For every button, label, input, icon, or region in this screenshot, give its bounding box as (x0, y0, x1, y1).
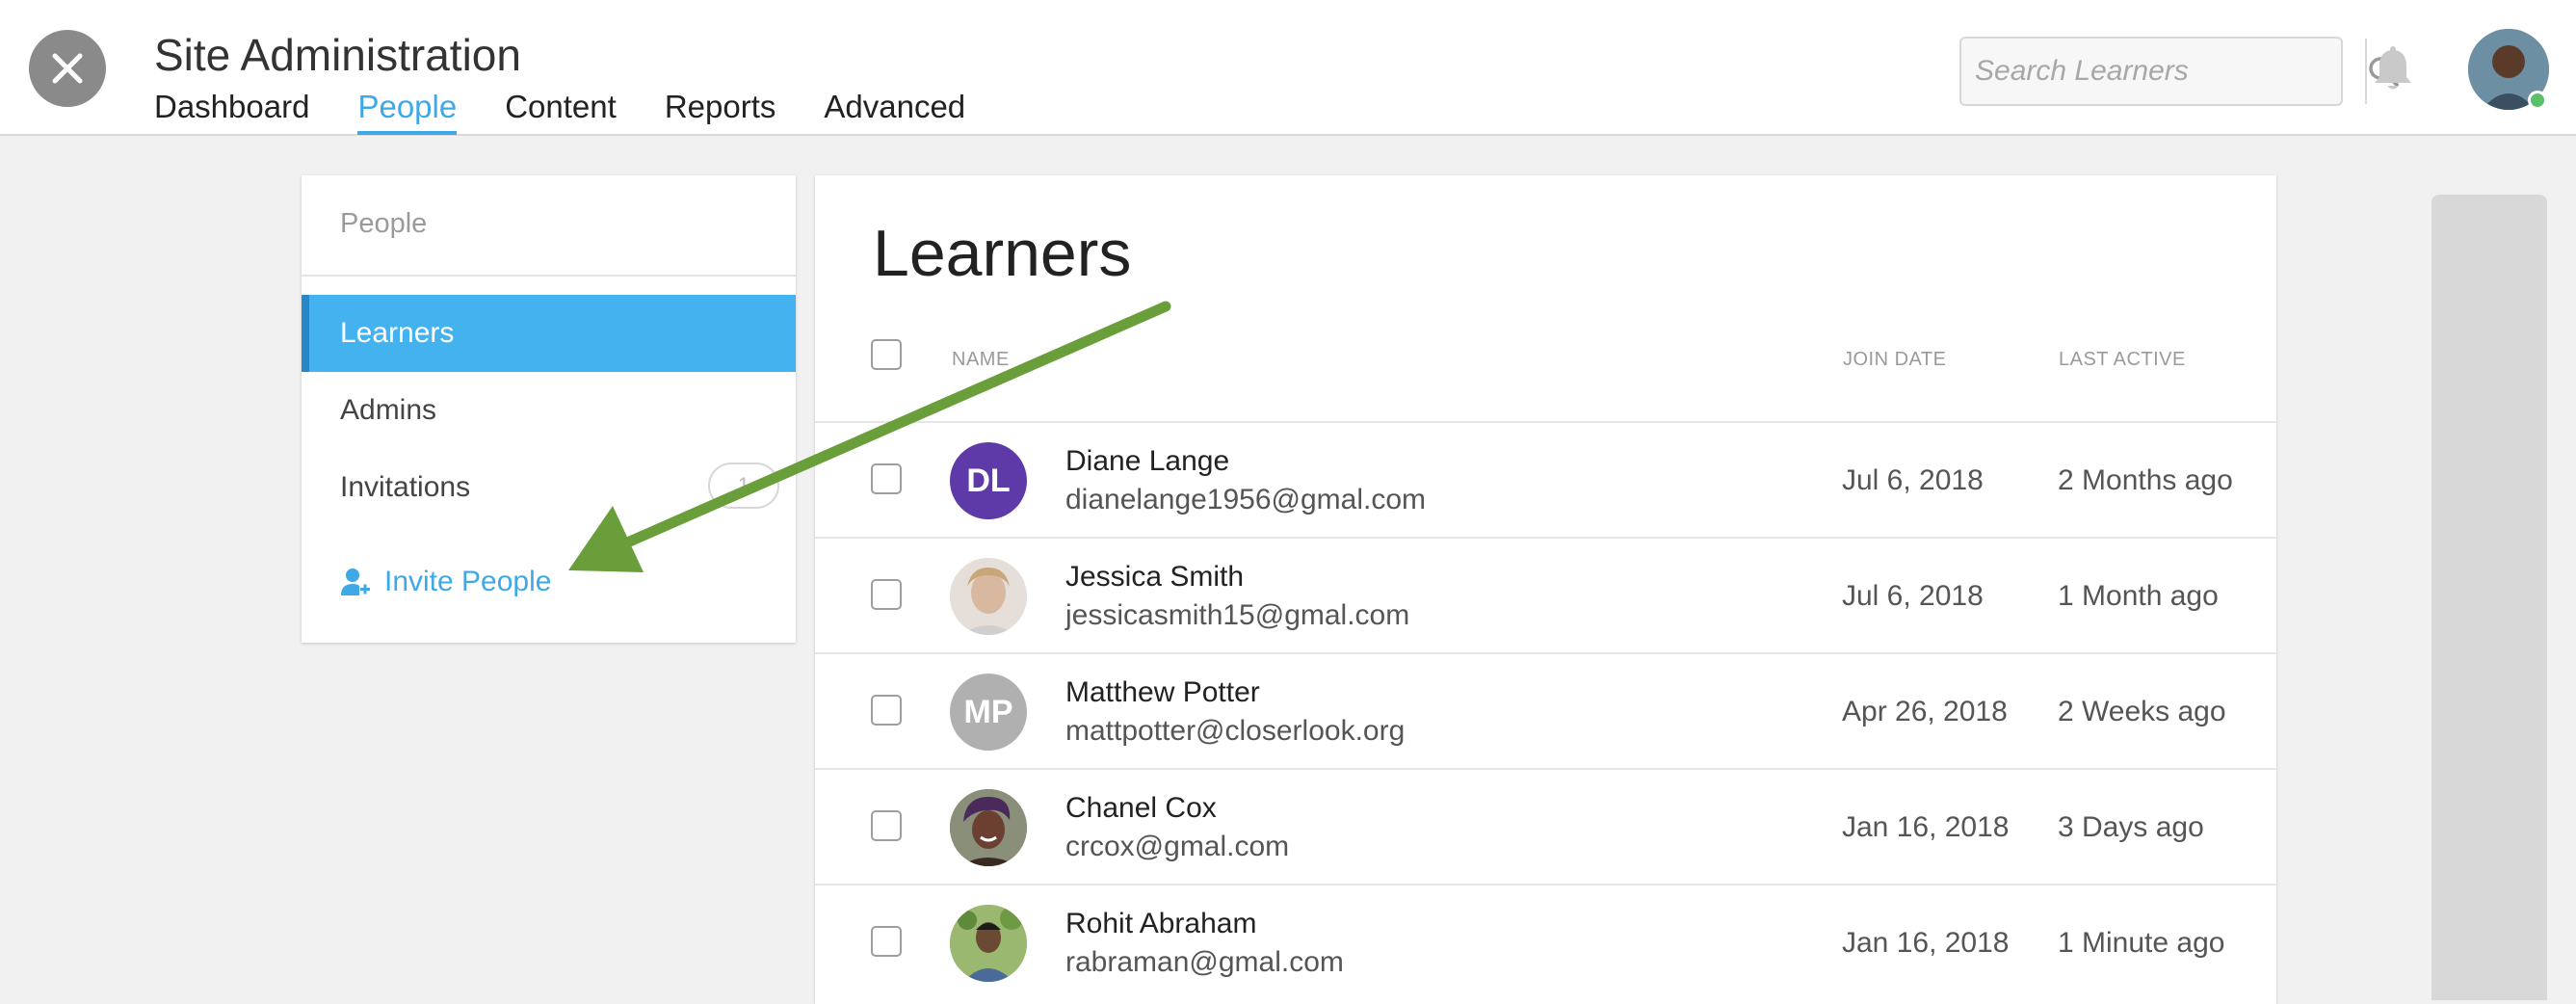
nav-advanced[interactable]: Advanced (824, 89, 965, 135)
last-active: 1 Minute ago (2058, 927, 2225, 959)
learner-email: dianelange1956@gmal.com (1065, 484, 1427, 515)
learner-email: crcox@gmal.com (1065, 831, 1290, 862)
avatar-photo (950, 789, 1027, 866)
online-status-dot (2528, 91, 2547, 110)
column-header-last-active[interactable]: LAST ACTIVE (2059, 349, 2186, 371)
row-checkbox[interactable] (871, 926, 902, 957)
learner-name[interactable]: Jessica Smith (1065, 561, 1244, 594)
right-side-panel (2431, 195, 2547, 1000)
join-date: Jul 6, 2018 (1842, 464, 1984, 496)
avatar-photo (950, 558, 1027, 635)
row-checkbox[interactable] (871, 695, 902, 726)
learners-panel: Learners NAME JOIN DATE LAST ACTIVE DL D… (815, 175, 2276, 1004)
avatar (950, 905, 1027, 982)
main-nav: Dashboard People Content Reports Advance… (154, 89, 1013, 135)
search-box (1959, 37, 2400, 106)
join-date: Jan 16, 2018 (1842, 927, 2010, 959)
last-active: 2 Weeks ago (2058, 696, 2226, 727)
select-all-checkbox[interactable] (871, 339, 902, 370)
nav-reports[interactable]: Reports (665, 89, 776, 135)
last-active: 2 Months ago (2058, 464, 2233, 496)
page-title: Learners (873, 217, 1132, 290)
table-row[interactable]: Jessica Smith jessicasmith15@gmal.com Ju… (815, 537, 2276, 654)
row-checkbox[interactable] (871, 463, 902, 494)
invite-people-label: Invite People (384, 566, 552, 597)
column-header-name[interactable]: NAME (952, 349, 1010, 371)
table-row[interactable]: MP Matthew Potter mattpotter@closerlook.… (815, 652, 2276, 770)
avatar-photo (950, 905, 1027, 982)
close-button[interactable] (29, 30, 106, 107)
avatar: DL (950, 442, 1027, 519)
close-icon (52, 53, 83, 84)
join-date: Apr 26, 2018 (1842, 696, 2008, 727)
invitations-count-badge: 1 (708, 462, 779, 509)
learner-name[interactable]: Rohit Abraham (1065, 908, 1256, 940)
table-row[interactable]: Chanel Cox crcox@gmal.com Jan 16, 2018 3… (815, 768, 2276, 885)
nav-dashboard[interactable]: Dashboard (154, 89, 309, 135)
join-date: Jan 16, 2018 (1842, 811, 2010, 843)
divider (302, 275, 796, 277)
last-active: 3 Days ago (2058, 811, 2204, 843)
people-sidebar: People Learners Admins Invitations 1 Inv… (302, 175, 796, 643)
sidebar-item-admins[interactable]: Admins (302, 372, 796, 449)
row-checkbox[interactable] (871, 810, 902, 841)
nav-content[interactable]: Content (505, 89, 617, 135)
learner-name[interactable]: Matthew Potter (1065, 676, 1260, 709)
search-input[interactable] (1961, 39, 2365, 104)
learner-name[interactable]: Chanel Cox (1065, 792, 1217, 825)
avatar: MP (950, 674, 1027, 751)
last-active: 1 Month ago (2058, 580, 2219, 612)
column-header-join-date[interactable]: JOIN DATE (1843, 349, 1946, 371)
learner-email: mattpotter@closerlook.org (1065, 715, 1406, 747)
avatar (950, 789, 1027, 866)
nav-people[interactable]: People (357, 89, 458, 135)
learner-email: jessicasmith15@gmal.com (1065, 599, 1410, 631)
add-user-icon (341, 568, 370, 595)
top-bar: Site Administration Dashboard People Con… (0, 0, 2576, 136)
row-checkbox[interactable] (871, 579, 902, 610)
join-date: Jul 6, 2018 (1842, 580, 1984, 612)
sidebar-heading: People (340, 208, 428, 239)
bell-icon[interactable] (2366, 42, 2420, 96)
table-row[interactable]: Rohit Abraham rabraman@gmal.com Jan 16, … (815, 884, 2276, 1001)
sidebar-item-learners[interactable]: Learners (302, 295, 796, 372)
invite-people-link[interactable]: Invite People (340, 566, 551, 598)
learner-name[interactable]: Diane Lange (1065, 445, 1229, 478)
learner-email: rabraman@gmal.com (1065, 946, 1344, 978)
table-row[interactable]: DL Diane Lange dianelange1956@gmal.com J… (815, 421, 2276, 539)
site-title: Site Administration (154, 30, 521, 80)
avatar (950, 558, 1027, 635)
